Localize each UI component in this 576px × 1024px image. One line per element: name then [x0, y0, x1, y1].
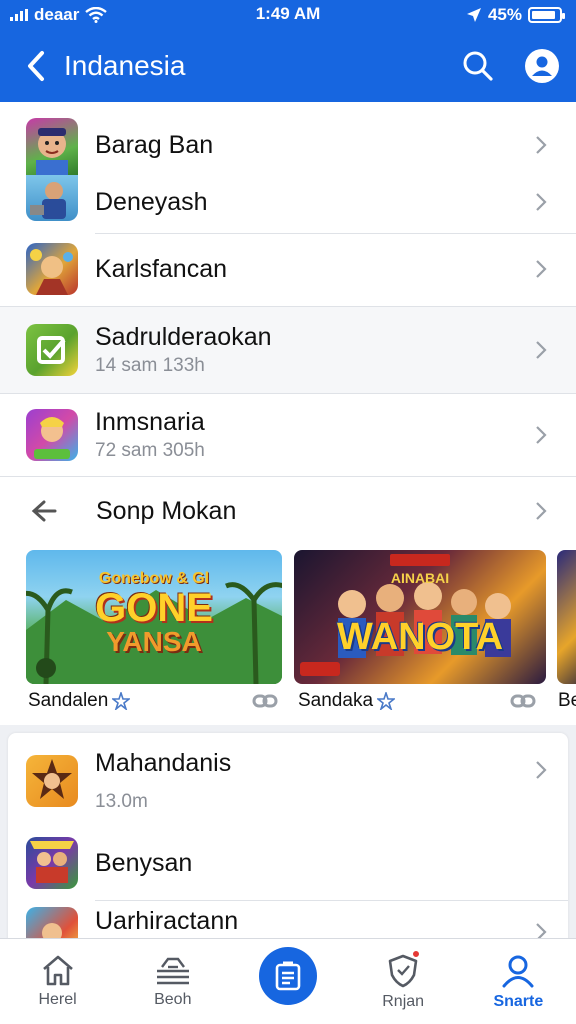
battery-icon [528, 7, 565, 23]
app-header: deaar 1:49 AM 45% Indanesia [0, 0, 576, 102]
home-icon [42, 955, 73, 986]
list-item[interactable]: Sadrulderaokan 14 sam 133h [0, 307, 576, 393]
bottom-nav: Herel Beoh Rnjan Snarte [0, 938, 576, 1024]
status-bar: deaar 1:49 AM 45% [0, 0, 576, 30]
tab-inbox[interactable]: Beoh [118, 939, 228, 1009]
center-action-button[interactable] [258, 947, 317, 1005]
list-item-title: Karlsfancan [95, 254, 228, 283]
game-art-icon [26, 243, 78, 295]
page-title: Indanesia [64, 50, 186, 81]
list-item[interactable]: Karlsfancan [0, 232, 576, 306]
wifi-icon [85, 7, 108, 23]
game-character-icon [26, 118, 78, 176]
list-item-subtitle: 72 sam 305h [95, 440, 205, 462]
tab-label: Herel [38, 991, 77, 1008]
list-item-title: Deneyash [95, 187, 208, 216]
featured-banner[interactable]: AINABAI WANOTA [294, 550, 546, 684]
banner-art-text: AINABAI [390, 570, 450, 586]
app-list-top: Barag Ban Deneyash Karlsfancan [0, 102, 576, 306]
banner-caption-text: Sandalen [28, 690, 109, 711]
chevron-right-icon [536, 136, 547, 154]
user-icon [502, 955, 534, 988]
banner-caption: Sandalen [28, 690, 131, 712]
list-item-title: Benysan [95, 848, 193, 877]
app-list-item-group: Inmsnaria 72 sam 305h [0, 394, 576, 476]
list-item[interactable]: Benysan [8, 829, 568, 901]
banner-art-text: GONE [95, 586, 213, 630]
profile-button[interactable] [524, 48, 560, 84]
main-content: Barag Ban Deneyash Karlsfancan Sadrulder… [0, 102, 576, 945]
user-icon [525, 49, 559, 83]
link-icon[interactable] [252, 691, 278, 711]
list-item[interactable]: Inmsnaria 72 sam 305h [0, 394, 576, 476]
battery-level [532, 11, 556, 19]
signal-icon [10, 9, 28, 21]
location-arrow-icon [466, 8, 481, 22]
tab-label: Beoh [154, 991, 192, 1008]
chevron-right-icon [536, 761, 547, 779]
star-icon [112, 692, 131, 710]
game-art-icon [26, 837, 78, 889]
game-character-icon [26, 175, 78, 221]
banner-caption: Be [558, 690, 576, 712]
back-button[interactable] [18, 46, 54, 86]
inbox-icon [156, 957, 189, 985]
carrier-label: deaar [34, 5, 80, 24]
link-icon[interactable] [510, 691, 536, 711]
section-header[interactable]: Sonp Mokan [0, 477, 576, 545]
green-app-icon [26, 324, 78, 376]
game-character-icon [26, 755, 78, 807]
banner-caption: Sandaka [298, 690, 396, 712]
chevron-right-icon [536, 502, 547, 520]
chevron-left-icon [28, 51, 44, 81]
app-list-item-group: Sadrulderaokan 14 sam 133h [0, 307, 576, 393]
chevron-right-icon [536, 193, 547, 211]
section-title: Sonp Mokan [96, 496, 237, 525]
list-item-title: Mahandanis [95, 748, 232, 777]
banner-caption-text: Sandaka [298, 690, 374, 711]
search-button[interactable] [460, 48, 496, 84]
list-item-title: Uarhiractann [95, 907, 239, 935]
chevron-right-icon [536, 341, 547, 359]
list-item[interactable]: Mahandanis 13.0m [8, 733, 568, 829]
app-list-bottom: Mahandanis 13.0m Benysan Uarhiractann [8, 733, 568, 945]
star-icon [377, 692, 396, 710]
list-item[interactable]: Barag Ban [0, 118, 576, 176]
chevron-right-icon [536, 426, 547, 444]
search-icon [463, 51, 493, 81]
tab-label: Snarte [493, 993, 544, 1010]
list-item-subtitle: 14 sam 133h [95, 355, 205, 377]
featured-banner[interactable]: Gonebow & Gl GONE YANSA [26, 550, 282, 684]
tab-profile[interactable]: Snarte [463, 939, 573, 1011]
banner-art-text: WANOTA [336, 616, 504, 658]
tab-label: Rnjan [382, 993, 425, 1010]
battery-percent: 45% [487, 5, 522, 24]
chevron-right-icon [536, 260, 547, 278]
featured-carousel[interactable]: Gonebow & Gl GONE YANSA Sandalen AINABAI [0, 545, 576, 725]
list-item-title: Sadrulderaokan [95, 322, 272, 351]
list-icon [275, 961, 301, 991]
tab-home[interactable]: Herel [3, 939, 113, 1009]
back-arrow-icon [31, 500, 57, 522]
tab-shield[interactable]: Rnjan [348, 939, 458, 1011]
list-item-title: Barag Ban [95, 130, 214, 159]
banner-art-text: YANSA [106, 626, 202, 657]
banner-caption-text: Be [558, 690, 576, 711]
list-item-title: Inmsnaria [95, 407, 205, 436]
game-art-icon [26, 409, 78, 461]
tab-list[interactable] [233, 939, 343, 1005]
featured-banner[interactable] [557, 550, 576, 684]
list-item-subtitle: 13.0m [95, 791, 148, 813]
list-item[interactable]: Deneyash [0, 172, 576, 234]
